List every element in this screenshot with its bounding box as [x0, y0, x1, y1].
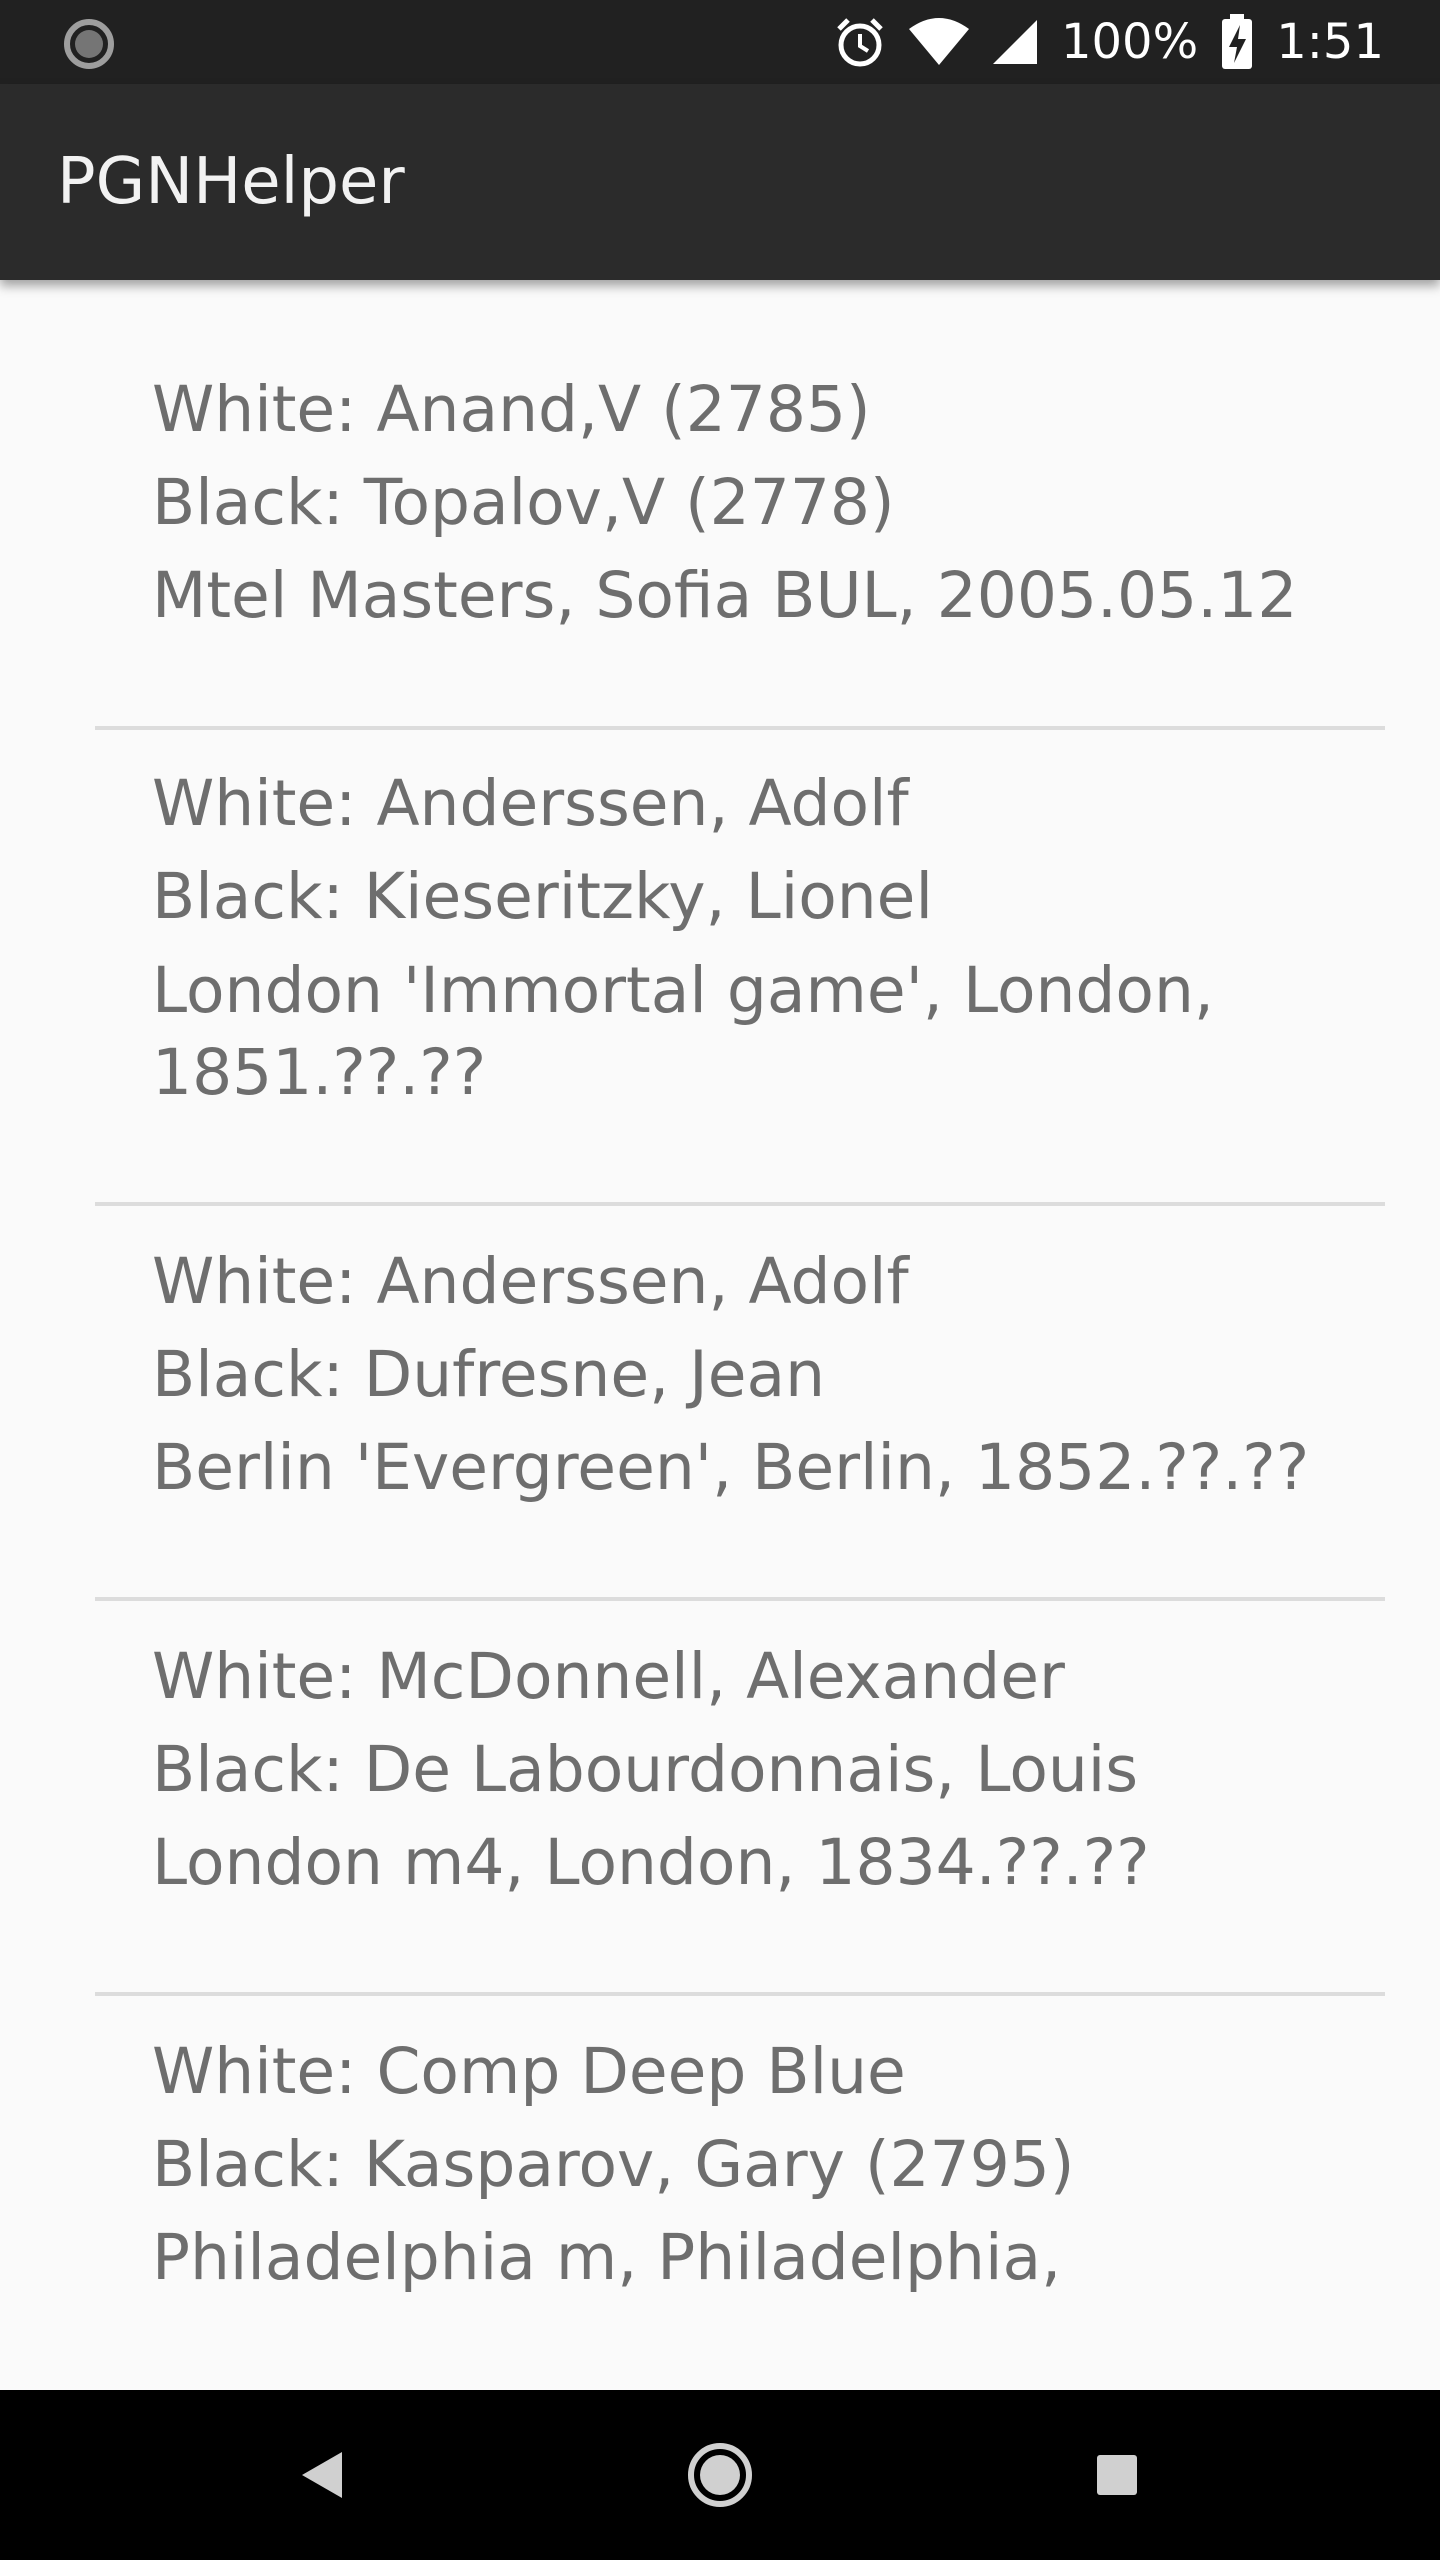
game-list-item[interactable]: White: McDonnell, Alexander Black: De La…: [95, 1637, 1385, 1977]
white-player-text: White: Comp Deep Blue: [152, 2035, 906, 2108]
event-text: Philadelphia m, Philadelphia,: [152, 2221, 1062, 2294]
list-divider: [95, 1597, 1385, 1601]
game-list-item[interactable]: White: Anderssen, Adolf Black: Dufresne,…: [95, 1242, 1385, 1582]
game-list[interactable]: White: Anand,V (2785) Black: Topalov,V (…: [0, 280, 1440, 2390]
white-player-text: White: Anand,V (2785): [152, 373, 871, 446]
black-player-text: Black: De Labourdonnais, Louis: [152, 1733, 1139, 1806]
status-icons: 100% 1:51: [833, 0, 1384, 84]
game-list-item[interactable]: White: Comp Deep Blue Black: Kasparov, G…: [95, 2032, 1385, 2372]
back-icon[interactable]: [262, 2390, 382, 2560]
event-text: London 'Immortal game', London, 1851.??.…: [152, 954, 1214, 1109]
list-divider: [95, 1202, 1385, 1206]
wifi-icon: [908, 17, 969, 67]
black-player-text: Black: Topalov,V (2778): [152, 466, 895, 539]
app-bar: PGNHelper: [0, 84, 1440, 280]
navigation-bar: [0, 2390, 1440, 2560]
event-text: London m4, London, 1834.??.??: [152, 1826, 1150, 1899]
battery-charging-icon: [1220, 14, 1254, 70]
cell-signal-icon: [991, 18, 1039, 66]
loading-spinner-icon: [62, 17, 116, 71]
black-player-text: Black: Kasparov, Gary (2795): [152, 2128, 1075, 2201]
event-text: Mtel Masters, Sofia BUL, 2005.05.12: [152, 559, 1298, 632]
recents-icon[interactable]: [1057, 2390, 1177, 2560]
app-title: PGNHelper: [57, 145, 405, 219]
white-player-text: White: Anderssen, Adolf: [152, 767, 909, 840]
black-player-text: Black: Kieseritzky, Lionel: [152, 860, 933, 933]
game-list-item[interactable]: White: Anand,V (2785) Black: Topalov,V (…: [95, 370, 1385, 710]
black-player-text: Black: Dufresne, Jean: [152, 1338, 826, 1411]
game-list-item[interactable]: White: Anderssen, Adolf Black: Kieseritz…: [95, 764, 1385, 1184]
alarm-clock-icon: [833, 15, 887, 69]
event-text: Berlin 'Evergreen', Berlin, 1852.??.??: [152, 1431, 1310, 1504]
status-bar: 100% 1:51: [0, 0, 1440, 84]
list-divider: [95, 726, 1385, 730]
home-icon[interactable]: [660, 2390, 780, 2560]
white-player-text: White: Anderssen, Adolf: [152, 1245, 909, 1318]
white-player-text: White: McDonnell, Alexander: [152, 1640, 1065, 1713]
clock-time: 1:51: [1276, 14, 1384, 70]
battery-percentage: 100%: [1060, 14, 1199, 70]
list-divider: [95, 1992, 1385, 1996]
